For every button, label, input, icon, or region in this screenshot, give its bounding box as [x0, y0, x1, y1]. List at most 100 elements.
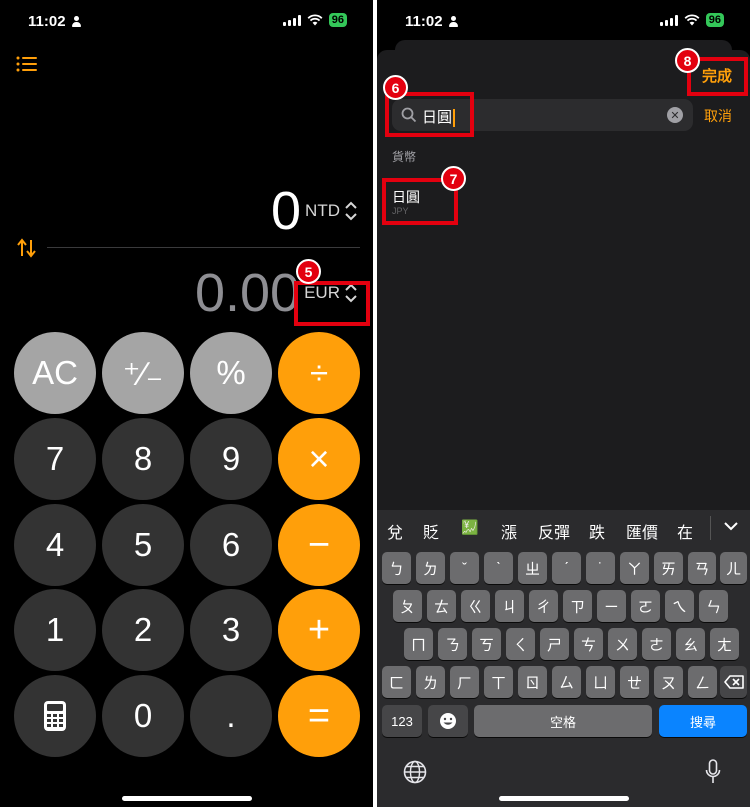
key[interactable]: ㄥ: [688, 666, 717, 698]
annotation-badge-5: 5: [296, 259, 321, 284]
signal-icon: [659, 14, 678, 26]
annotation-badge-7: 7: [441, 166, 466, 191]
section-header: 貨幣: [392, 150, 417, 164]
key[interactable]: ㄦ: [720, 552, 747, 584]
divide-button[interactable]: ÷: [278, 332, 360, 414]
candidate-item[interactable]: 兌: [387, 519, 403, 543]
key[interactable]: ˊ: [552, 552, 581, 584]
cancel-button[interactable]: 取消: [704, 106, 732, 126]
key[interactable]: ㄩ: [586, 666, 615, 698]
digit-2-button[interactable]: 2: [102, 589, 184, 671]
emoji-key[interactable]: [428, 705, 468, 737]
key[interactable]: ㄑ: [506, 628, 535, 660]
candidate-item[interactable]: 匯價: [626, 519, 658, 543]
key[interactable]: ㄧ: [597, 590, 626, 622]
status-time: 11:02: [28, 13, 66, 30]
key[interactable]: ㄌ: [416, 666, 445, 698]
key[interactable]: ㄡ: [654, 666, 683, 698]
plus-button[interactable]: +: [278, 589, 360, 671]
person-icon: [71, 16, 82, 27]
key[interactable]: ㄇ: [404, 628, 433, 660]
candidate-item[interactable]: 漲: [501, 519, 517, 543]
key[interactable]: ㄍ: [461, 590, 490, 622]
swap-icon[interactable]: [16, 238, 38, 258]
key[interactable]: ㄠ: [676, 628, 705, 660]
key[interactable]: ㄙ: [552, 666, 581, 698]
candidate-bar: 兌 貶 💹 漲 反彈 跌 匯價 在: [377, 510, 750, 546]
candidate-item[interactable]: 在: [677, 519, 693, 543]
key[interactable]: ㄨ: [608, 628, 637, 660]
search-key[interactable]: 搜尋: [659, 705, 747, 737]
key[interactable]: ㄞ: [654, 552, 683, 584]
key[interactable]: ㄣ: [699, 590, 728, 622]
key[interactable]: ㄢ: [688, 552, 716, 584]
digit-0-button[interactable]: 0: [102, 675, 184, 757]
top-value: 0: [271, 181, 302, 241]
key[interactable]: ㄤ: [710, 628, 739, 660]
calculator-mode-button[interactable]: [14, 675, 96, 757]
minus-button[interactable]: −: [278, 504, 360, 586]
globe-icon[interactable]: [403, 760, 427, 784]
candidate-item[interactable]: 反彈: [538, 519, 570, 543]
key[interactable]: ㄒ: [484, 666, 513, 698]
wifi-icon: [684, 14, 700, 26]
key[interactable]: ㄅ: [382, 552, 411, 584]
key[interactable]: ㄓ: [518, 552, 547, 584]
percent-button[interactable]: %: [190, 332, 272, 414]
digit-1-button[interactable]: 1: [14, 589, 96, 671]
plus-minus-button[interactable]: ⁺∕₋: [102, 332, 184, 414]
key[interactable]: ㄛ: [631, 590, 660, 622]
home-indicator: [498, 796, 629, 801]
all-clear-button[interactable]: AC: [14, 332, 96, 414]
key[interactable]: ㄆ: [393, 590, 422, 622]
key[interactable]: ㄎ: [472, 628, 501, 660]
battery-indicator: 96: [328, 13, 347, 27]
calculator-icon: [44, 701, 66, 731]
key[interactable]: ˙: [586, 552, 615, 584]
key[interactable]: ㄏ: [450, 666, 479, 698]
microphone-icon[interactable]: [705, 759, 721, 785]
key[interactable]: ㄉ: [416, 552, 445, 584]
digit-9-button[interactable]: 9: [190, 418, 272, 500]
decimal-button[interactable]: .: [190, 675, 272, 757]
key[interactable]: ㄋ: [438, 628, 467, 660]
clear-icon[interactable]: ✕: [667, 107, 683, 123]
candidate-divider: [710, 516, 711, 540]
digit-6-button[interactable]: 6: [190, 504, 272, 586]
key[interactable]: ㄘ: [574, 628, 603, 660]
key[interactable]: ㄟ: [665, 590, 694, 622]
key[interactable]: ㄗ: [563, 590, 592, 622]
space-key[interactable]: 空格: [474, 705, 652, 737]
candidate-item[interactable]: 跌: [589, 519, 605, 543]
numbers-key[interactable]: 123: [382, 705, 422, 737]
digit-7-button[interactable]: 7: [14, 418, 96, 500]
backspace-button[interactable]: [720, 666, 747, 698]
candidate-item[interactable]: 貶: [423, 519, 439, 543]
key[interactable]: ㄜ: [642, 628, 671, 660]
digit-4-button[interactable]: 4: [14, 504, 96, 586]
digit-5-button[interactable]: 5: [102, 504, 184, 586]
key[interactable]: ㄔ: [529, 590, 558, 622]
key[interactable]: ㄖ: [518, 666, 547, 698]
person-icon: [448, 16, 459, 27]
key[interactable]: ㄐ: [495, 590, 524, 622]
key[interactable]: ㄝ: [620, 666, 649, 698]
candidate-item[interactable]: 💹: [461, 519, 478, 536]
top-currency-display: 0 NTD: [271, 180, 358, 242]
digit-3-button[interactable]: 3: [190, 589, 272, 671]
status-time: 11:02: [405, 13, 443, 30]
key[interactable]: ㄕ: [540, 628, 569, 660]
multiply-button[interactable]: ×: [278, 418, 360, 500]
key[interactable]: ㄈ: [382, 666, 411, 698]
equals-button[interactable]: =: [278, 675, 360, 757]
emoji-icon: [440, 713, 456, 729]
digit-8-button[interactable]: 8: [102, 418, 184, 500]
key[interactable]: ˇ: [450, 552, 479, 584]
chevron-updown-icon[interactable]: [344, 201, 358, 221]
list-icon[interactable]: [16, 56, 38, 72]
top-currency-selector[interactable]: NTD: [305, 201, 340, 221]
chevron-down-icon[interactable]: [724, 522, 738, 531]
key[interactable]: ㄚ: [620, 552, 649, 584]
key[interactable]: ㄊ: [427, 590, 456, 622]
key[interactable]: ˋ: [484, 552, 513, 584]
